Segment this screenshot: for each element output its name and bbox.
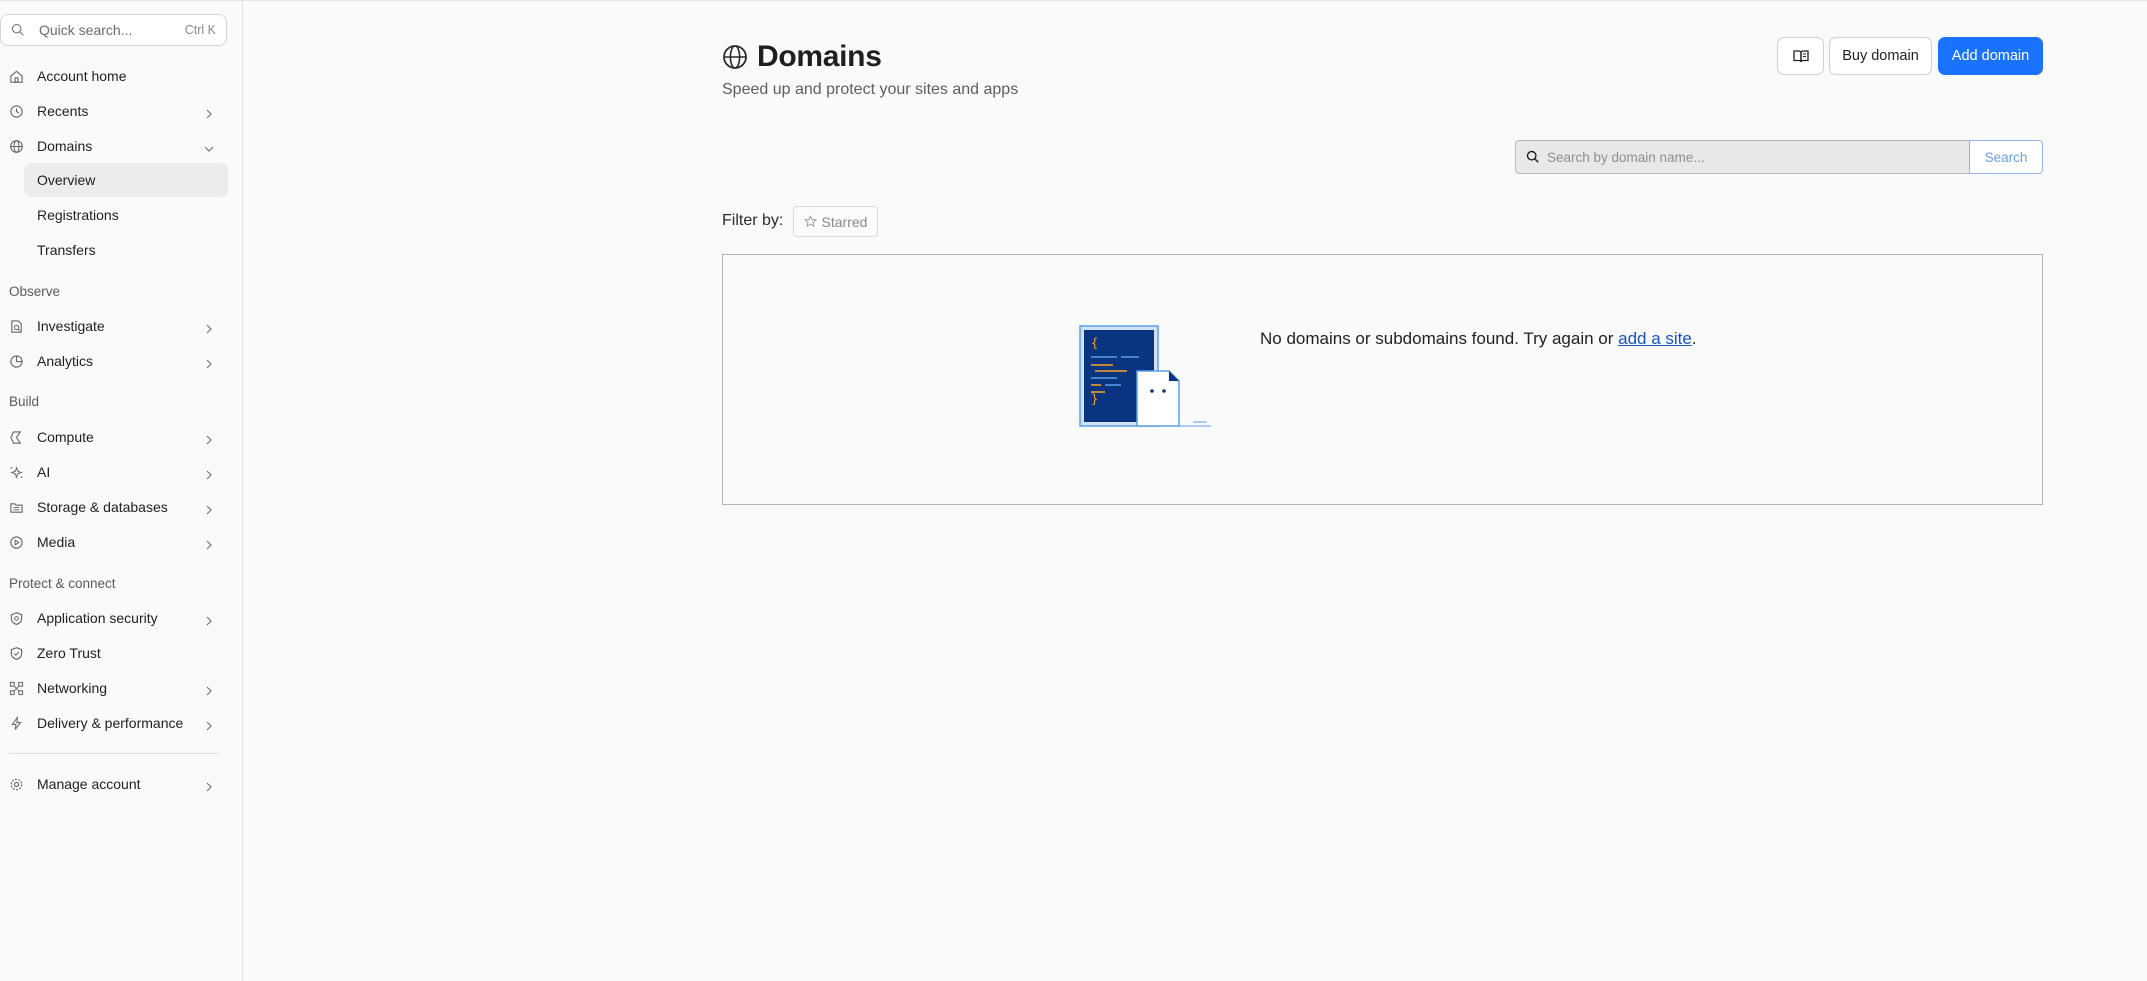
sidebar-subitem-transfers[interactable]: Transfers bbox=[24, 233, 228, 267]
buy-domain-button[interactable]: Buy domain bbox=[1829, 37, 1932, 75]
section-heading-protect: Protect & connect bbox=[9, 576, 116, 591]
domain-search-input[interactable]: Search by domain name... bbox=[1515, 140, 1969, 174]
sidebar-item-compute[interactable]: Compute bbox=[0, 421, 228, 453]
chevron-right-icon bbox=[204, 467, 214, 480]
chevron-right-icon bbox=[204, 779, 214, 792]
add-domain-button[interactable]: Add domain bbox=[1938, 37, 2043, 75]
star-icon bbox=[803, 215, 817, 228]
sidebar-item-label: Networking bbox=[37, 680, 108, 696]
sidebar-item-manage-account[interactable]: Manage account bbox=[0, 768, 228, 800]
sidebar-item-domains[interactable]: Domains bbox=[0, 130, 228, 162]
sidebar-item-app-security[interactable]: Application security bbox=[0, 602, 228, 634]
compute-icon bbox=[9, 430, 24, 445]
domain-search-placeholder: Search by domain name... bbox=[1547, 149, 1705, 165]
chevron-right-icon bbox=[204, 613, 214, 626]
sidebar-item-label: Recents bbox=[37, 103, 89, 119]
page-header: Domains bbox=[722, 40, 882, 74]
chevron-right-icon bbox=[204, 537, 214, 550]
search-icon bbox=[1526, 150, 1539, 163]
pie-chart-icon bbox=[9, 354, 24, 369]
sidebar-item-label: Compute bbox=[37, 429, 94, 445]
empty-message-text: No domains or subdomains found. Try agai… bbox=[1260, 329, 1619, 348]
sidebar-item-label: Overview bbox=[37, 172, 96, 188]
svg-text:}: } bbox=[1091, 392, 1098, 406]
chevron-right-icon bbox=[204, 718, 214, 731]
sidebar-item-label: Investigate bbox=[37, 318, 105, 334]
database-icon bbox=[9, 500, 24, 515]
sidebar-item-media[interactable]: Media bbox=[0, 526, 228, 558]
sidebar-subitem-overview[interactable]: Overview bbox=[24, 163, 228, 197]
sidebar-item-label: Analytics bbox=[37, 353, 94, 369]
sidebar-item-label: Storage & databases bbox=[37, 499, 168, 515]
sidebar-subitem-registrations[interactable]: Registrations bbox=[24, 198, 228, 232]
investigate-icon bbox=[9, 319, 24, 334]
section-heading-build: Build bbox=[9, 394, 40, 409]
section-heading-observe: Observe bbox=[9, 284, 61, 299]
sidebar-item-ai[interactable]: AI bbox=[0, 456, 228, 488]
chevron-right-icon bbox=[204, 432, 214, 445]
filter-label: Filter by: bbox=[722, 212, 784, 229]
network-icon bbox=[9, 681, 24, 696]
quick-search[interactable]: Quick search... Ctrl K bbox=[0, 14, 227, 46]
empty-illustration: { } bbox=[1079, 325, 1211, 427]
top-border bbox=[0, 0, 2147, 1]
home-icon bbox=[9, 69, 24, 84]
sidebar-item-zero-trust[interactable]: Zero Trust bbox=[0, 637, 228, 669]
sidebar-item-label: Account home bbox=[37, 68, 127, 84]
chevron-right-icon bbox=[204, 683, 214, 696]
sidebar-item-analytics[interactable]: Analytics bbox=[0, 345, 228, 377]
sidebar-item-delivery[interactable]: Delivery & performance bbox=[0, 707, 228, 739]
shield-icon bbox=[9, 611, 24, 626]
chevron-right-icon bbox=[204, 502, 214, 515]
history-icon bbox=[9, 104, 24, 119]
sidebar-item-label: Media bbox=[37, 534, 76, 550]
docs-button[interactable] bbox=[1777, 37, 1824, 75]
sidebar-item-label: Application security bbox=[37, 610, 158, 626]
starred-filter-chip[interactable]: Starred bbox=[793, 206, 878, 237]
sidebar-item-label: Delivery & performance bbox=[37, 715, 184, 731]
sidebar-item-account-home[interactable]: Account home bbox=[0, 60, 228, 92]
starred-filter-label: Starred bbox=[821, 213, 868, 230]
svg-text:{: { bbox=[1091, 336, 1098, 350]
page-subtitle: Speed up and protect your sites and apps bbox=[722, 81, 1019, 98]
sidebar-divider bbox=[9, 753, 219, 754]
chevron-right-icon bbox=[204, 356, 214, 369]
sparkle-icon bbox=[9, 465, 24, 480]
lightning-icon bbox=[9, 715, 24, 731]
gear-icon bbox=[9, 777, 24, 792]
play-circle-icon bbox=[9, 535, 24, 550]
sidebar-item-storage[interactable]: Storage & databases bbox=[0, 491, 228, 523]
quick-search-placeholder: Quick search... bbox=[39, 22, 133, 38]
sidebar-item-investigate[interactable]: Investigate bbox=[0, 310, 228, 342]
sidebar: Quick search... Ctrl K Account home Rece… bbox=[0, 1, 243, 981]
page-title: Domains bbox=[757, 40, 882, 73]
empty-message: No domains or subdomains found. Try agai… bbox=[1260, 329, 1697, 349]
sidebar-item-label: Manage account bbox=[37, 776, 141, 792]
globe-icon bbox=[723, 45, 747, 69]
empty-message-suffix: . bbox=[1691, 329, 1697, 348]
zero-trust-icon bbox=[9, 646, 24, 661]
sidebar-item-recents[interactable]: Recents bbox=[0, 95, 228, 127]
add-site-link[interactable]: add a site bbox=[1618, 329, 1692, 348]
book-icon bbox=[1792, 50, 1809, 63]
sidebar-item-label: Transfers bbox=[37, 242, 96, 258]
sidebar-item-label: Zero Trust bbox=[37, 645, 101, 661]
sidebar-item-networking[interactable]: Networking bbox=[0, 672, 228, 704]
globe-icon bbox=[9, 139, 24, 154]
chevron-down-icon bbox=[204, 141, 214, 152]
chevron-right-icon bbox=[204, 321, 214, 334]
sidebar-item-label: AI bbox=[37, 464, 51, 480]
quick-search-shortcut: Ctrl K bbox=[184, 23, 216, 37]
empty-state: { } No domains or subdomains found. Try … bbox=[722, 254, 2043, 505]
sidebar-item-label: Registrations bbox=[37, 207, 119, 223]
search-icon bbox=[11, 23, 24, 36]
chevron-right-icon bbox=[204, 106, 214, 119]
sidebar-item-label: Domains bbox=[37, 138, 93, 154]
search-button[interactable]: Search bbox=[1969, 140, 2043, 174]
